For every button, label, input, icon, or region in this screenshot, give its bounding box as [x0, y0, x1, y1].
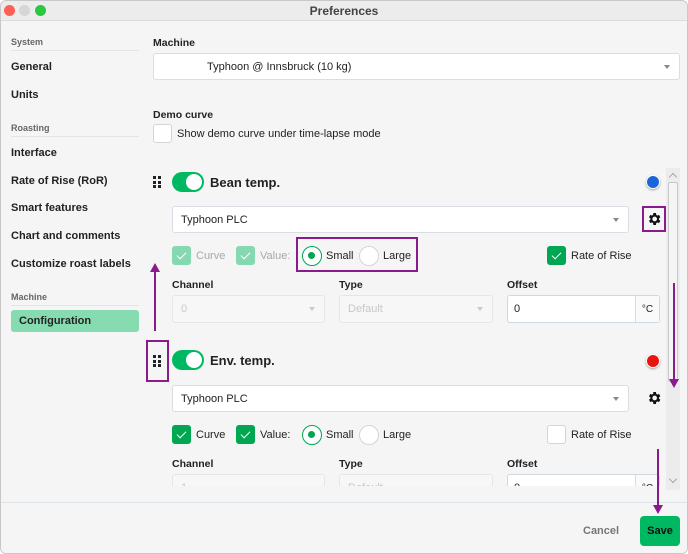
divider: [11, 136, 139, 137]
sidebar: System General Units Roasting Interface …: [1, 22, 146, 502]
window-title: Preferences: [309, 4, 379, 18]
bean-temp-type-label: Type: [339, 279, 363, 291]
bean-temp-offset-input[interactable]: 0 °C: [507, 295, 660, 323]
toggle-knob: [186, 352, 202, 368]
bean-temp-channel-select[interactable]: 0: [172, 295, 325, 323]
sidebar-section-roasting: Roasting: [11, 123, 50, 133]
cancel-button[interactable]: Cancel: [583, 525, 619, 537]
annotation-box-gear: [642, 206, 666, 232]
env-temp-size-large-radio[interactable]: [359, 425, 379, 445]
bean-temp-offset-unit: °C: [635, 296, 659, 322]
sidebar-item-chart-and-comments[interactable]: Chart and comments: [11, 225, 139, 247]
sidebar-item-customize-roast-labels[interactable]: Customize roast labels: [11, 253, 139, 275]
machine-select-value: Typhoon @ Innsbruck (10 kg): [207, 60, 352, 73]
demo-curve-label: Demo curve: [153, 109, 214, 121]
env-temp-size-small-label: Small: [326, 429, 354, 441]
bean-temp-title: Bean temp.: [210, 175, 281, 190]
annotation-box-drag-handle: [146, 340, 169, 382]
annotation-arrow-up-line: [154, 271, 156, 331]
machine-select[interactable]: Typhoon @ Innsbruck (10 kg): [153, 53, 680, 80]
env-temp-size-small-radio[interactable]: [302, 425, 322, 445]
annotation-box-size-radios: [296, 237, 418, 272]
bean-temp-rate-of-rise-checkbox[interactable]: [547, 246, 566, 265]
sidebar-item-interface[interactable]: Interface: [11, 142, 139, 164]
bean-temp-source-value: Typhoon PLC: [181, 213, 248, 226]
bean-temp-color-picker[interactable]: [646, 175, 660, 189]
divider: [11, 305, 139, 306]
bean-temp-offset-label: Offset: [507, 279, 538, 291]
divider: [11, 50, 139, 51]
env-temp-rate-of-rise-label: Rate of Rise: [571, 429, 632, 441]
bean-temp-channel-value: 0: [181, 303, 188, 315]
bean-temp-type-select[interactable]: Default: [339, 295, 493, 323]
sidebar-section-machine: Machine: [11, 292, 48, 302]
env-temp-title: Env. temp.: [210, 353, 275, 368]
annotation-arrow-save-line: [657, 449, 659, 505]
toggle-knob: [186, 174, 202, 190]
env-temp-rate-of-rise-checkbox[interactable]: [547, 425, 566, 444]
title-bar: Preferences: [1, 1, 687, 21]
annotation-arrow-scroll-line: [673, 283, 675, 379]
bean-temp-channel-label: Channel: [172, 279, 214, 291]
chevron-down-icon: [309, 307, 315, 311]
machine-label: Machine: [153, 37, 196, 49]
demo-curve-checkbox[interactable]: [153, 124, 172, 143]
env-temp-settings-gear-icon[interactable]: [646, 390, 662, 406]
env-temp-type-label: Type: [339, 458, 363, 470]
annotation-arrow-scroll-head: [669, 379, 679, 388]
scroll-down-icon[interactable]: [668, 474, 678, 484]
bean-temp-value-label: Value:: [260, 250, 291, 262]
scroll-clip: [146, 486, 687, 502]
sidebar-item-general[interactable]: General: [11, 56, 139, 78]
env-temp-size-large-label: Large: [383, 429, 412, 441]
chevron-down-icon: [664, 64, 670, 69]
bean-temp-source-select[interactable]: Typhoon PLC: [172, 206, 629, 233]
chevron-down-icon: [477, 307, 483, 311]
sidebar-item-rate-of-rise[interactable]: Rate of Rise (RoR): [11, 170, 139, 192]
bean-temp-value-checkbox[interactable]: [236, 246, 255, 265]
env-temp-curve-label: Curve: [196, 429, 226, 441]
annotation-arrow-up-head: [150, 263, 160, 272]
bean-temp-type-value: Default: [348, 303, 383, 315]
preferences-window: Preferences System General Units Roastin…: [0, 0, 688, 554]
bean-temp-rate-of-rise-label: Rate of Rise: [571, 250, 632, 262]
env-temp-color-picker[interactable]: [646, 354, 660, 368]
scroll-up-icon[interactable]: [668, 172, 678, 182]
bean-temp-curve-checkbox[interactable]: [172, 246, 191, 265]
chevron-down-icon: [613, 396, 619, 401]
save-button[interactable]: Save: [640, 516, 680, 546]
annotation-arrow-save-head: [653, 505, 663, 514]
sidebar-item-configuration[interactable]: Configuration: [11, 310, 139, 332]
sidebar-item-smart-features[interactable]: Smart features: [11, 197, 139, 219]
chevron-down-icon: [613, 217, 619, 222]
sidebar-section-system: System: [11, 37, 44, 47]
env-temp-source-value: Typhoon PLC: [181, 392, 248, 405]
drag-handle-icon[interactable]: [153, 176, 163, 188]
demo-curve-checkbox-label: Show demo curve under time-lapse mode: [177, 128, 381, 140]
env-temp-value-label: Value:: [260, 429, 291, 441]
bean-temp-curve-label: Curve: [196, 250, 226, 262]
bean-temp-offset-value: 0: [514, 303, 521, 315]
env-temp-curve-checkbox[interactable]: [172, 425, 191, 444]
sidebar-item-units[interactable]: Units: [11, 84, 139, 106]
env-temp-source-select[interactable]: Typhoon PLC: [172, 385, 629, 412]
env-temp-toggle[interactable]: [172, 350, 204, 370]
env-temp-channel-label: Channel: [172, 458, 214, 470]
footer: Cancel Save: [1, 502, 687, 553]
env-temp-value-checkbox[interactable]: [236, 425, 255, 444]
bean-temp-toggle[interactable]: [172, 172, 204, 192]
env-temp-offset-label: Offset: [507, 458, 538, 470]
